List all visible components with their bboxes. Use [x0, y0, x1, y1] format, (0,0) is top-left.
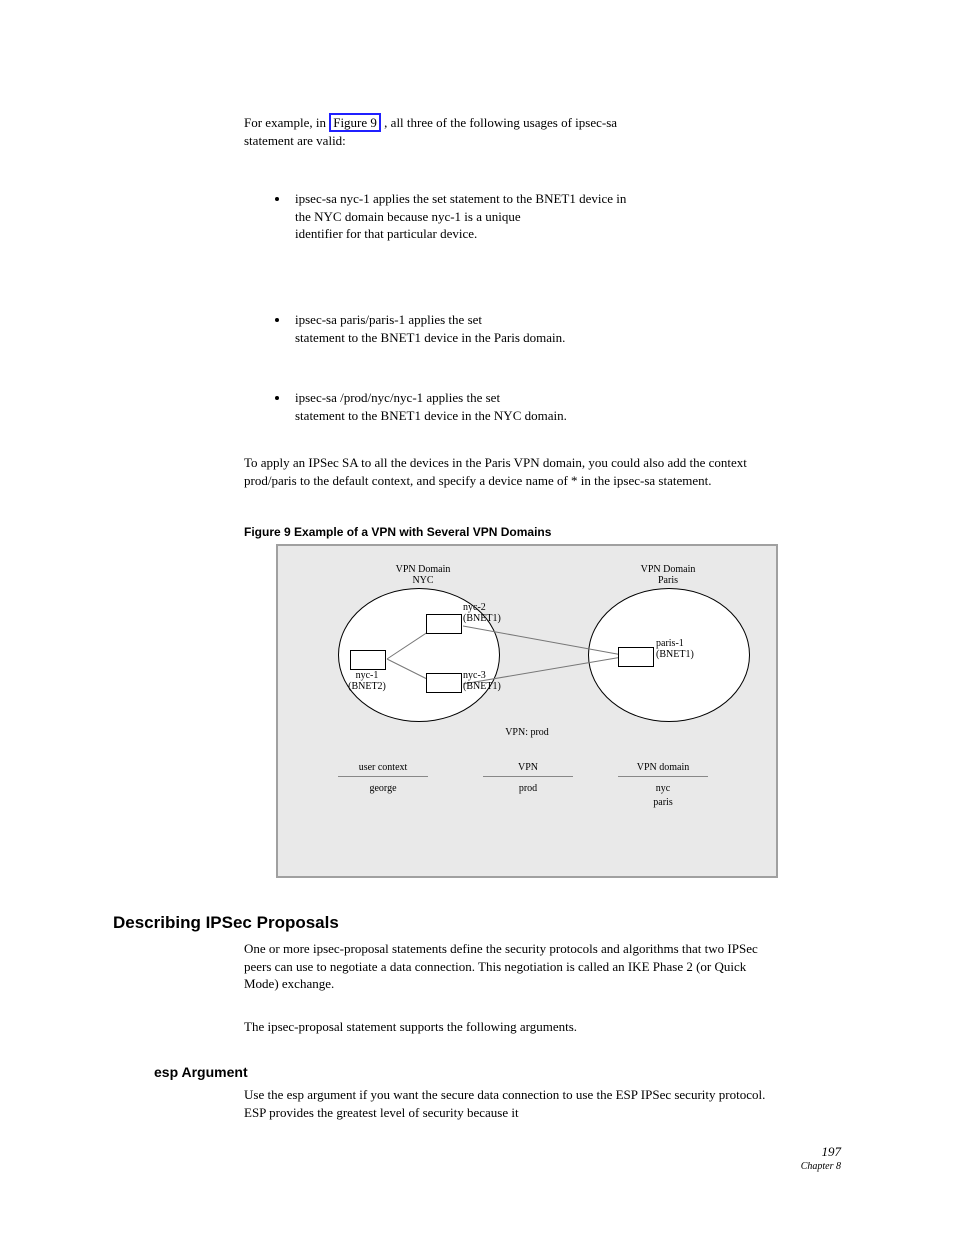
bullet-item-1: ipsec-sa nyc-1 applies the set statement… [295, 190, 760, 243]
bullet-icon [275, 197, 279, 201]
figure-caption: Figure 9 Example of a VPN with Several V… [244, 524, 551, 540]
section-para-2-pre: The [244, 1019, 267, 1034]
arg-para-esp: Use the esp argument if you want the sec… [244, 1086, 772, 1121]
footer-chapter: Chapter 8 [801, 1160, 841, 1174]
bullet-1-code: ipsec-sa nyc-1 [295, 191, 370, 206]
bullet-3-text-1: statement to the BNET1 device in the NYC… [295, 408, 567, 423]
bullet-icon [275, 396, 279, 400]
section-para-1-code: ipsec-proposal [313, 941, 389, 956]
section-para-2-code: ipsec-proposal [267, 1019, 343, 1034]
bullet-item-3: ipsec-sa /prod/nyc/nyc-1 applies the set… [295, 389, 760, 424]
bullet-2-code: ipsec-sa paris/paris-1 [295, 312, 405, 327]
arg-para-esp-code: esp [287, 1087, 304, 1102]
col-head-mid: VPN [483, 761, 573, 775]
intro-line: For example, in Figure 9 , all three of … [244, 113, 772, 150]
bullet-2-text-1: statement to the BNET1 device in the Par… [295, 330, 565, 345]
section-heading: Describing IPSec Proposals [113, 912, 339, 935]
edge-lines [278, 546, 776, 876]
col-cell-left-1: george [338, 782, 428, 796]
node-paris-1 [618, 647, 654, 667]
section-para-2: The ipsec-proposal statement supports th… [244, 1018, 772, 1036]
bullet-item-2: ipsec-sa paris/paris-1 applies the set s… [295, 311, 760, 346]
bullet-1-text-2: identifier for that particular device. [295, 226, 477, 241]
intro-tail: statement are valid: [244, 133, 346, 148]
figure-ref-link[interactable]: Figure 9 [329, 113, 381, 132]
intro-post: , all three of the following usages of [384, 115, 575, 130]
col-head-left: user context [338, 761, 428, 775]
node-label-paris-1: paris-1 (BNET1) [656, 638, 726, 660]
col-rule-right [618, 776, 708, 777]
vpn-footer: VPN: prod [278, 727, 776, 738]
node-nyc-2 [426, 614, 462, 634]
para-after-bullets: To apply an IPSec SA to all the devices … [244, 454, 772, 489]
bullet-1-text-1: the NYC domain because nyc-1 is a unique [295, 209, 521, 224]
section-para-2-post: statement supports the following argumen… [343, 1019, 577, 1034]
node-nyc-3 [426, 673, 462, 693]
intro-code1: ipsec-sa [575, 115, 617, 130]
bullet-3-code: ipsec-sa /prod/nyc/nyc-1 [295, 390, 423, 405]
node-label-nyc-3: nyc-3 (BNET1) [463, 670, 533, 692]
col-cell-mid-1: prod [483, 782, 573, 796]
node-label-nyc-2: nyc-2 (BNET1) [463, 602, 533, 624]
section-para-1: One or more ipsec-proposal statements de… [244, 940, 772, 993]
arg-para-esp-mid: argument if you want the secure data con… [244, 1087, 765, 1120]
node-nyc-1 [350, 650, 386, 670]
arg-heading-esp: esp Argument [154, 1063, 248, 1082]
page: For example, in Figure 9 , all three of … [0, 0, 954, 1235]
page-number: 197 [822, 1143, 842, 1161]
arg-para-esp-pre: Use the [244, 1087, 287, 1102]
figure-diagram: VPN Domain NYC VPN Domain Paris nyc-1 (B… [276, 544, 778, 878]
node-label-nyc-1: nyc-1 (BNET2) [332, 670, 402, 692]
col-cell-right-1: nyc [618, 782, 708, 796]
bullet-3-text-0: applies the set [426, 390, 500, 405]
bullet-1-text-0: applies the set statement to the BNET1 d… [373, 191, 626, 206]
section-para-1-pre: One or more [244, 941, 313, 956]
col-head-right: VPN domain [618, 761, 708, 775]
bullet-2-text-0: applies the set [408, 312, 482, 327]
col-rule-mid [483, 776, 573, 777]
col-cell-right-2: paris [618, 796, 708, 810]
bullet-icon [275, 318, 279, 322]
col-rule-left [338, 776, 428, 777]
intro-pre: For example, in [244, 115, 329, 130]
